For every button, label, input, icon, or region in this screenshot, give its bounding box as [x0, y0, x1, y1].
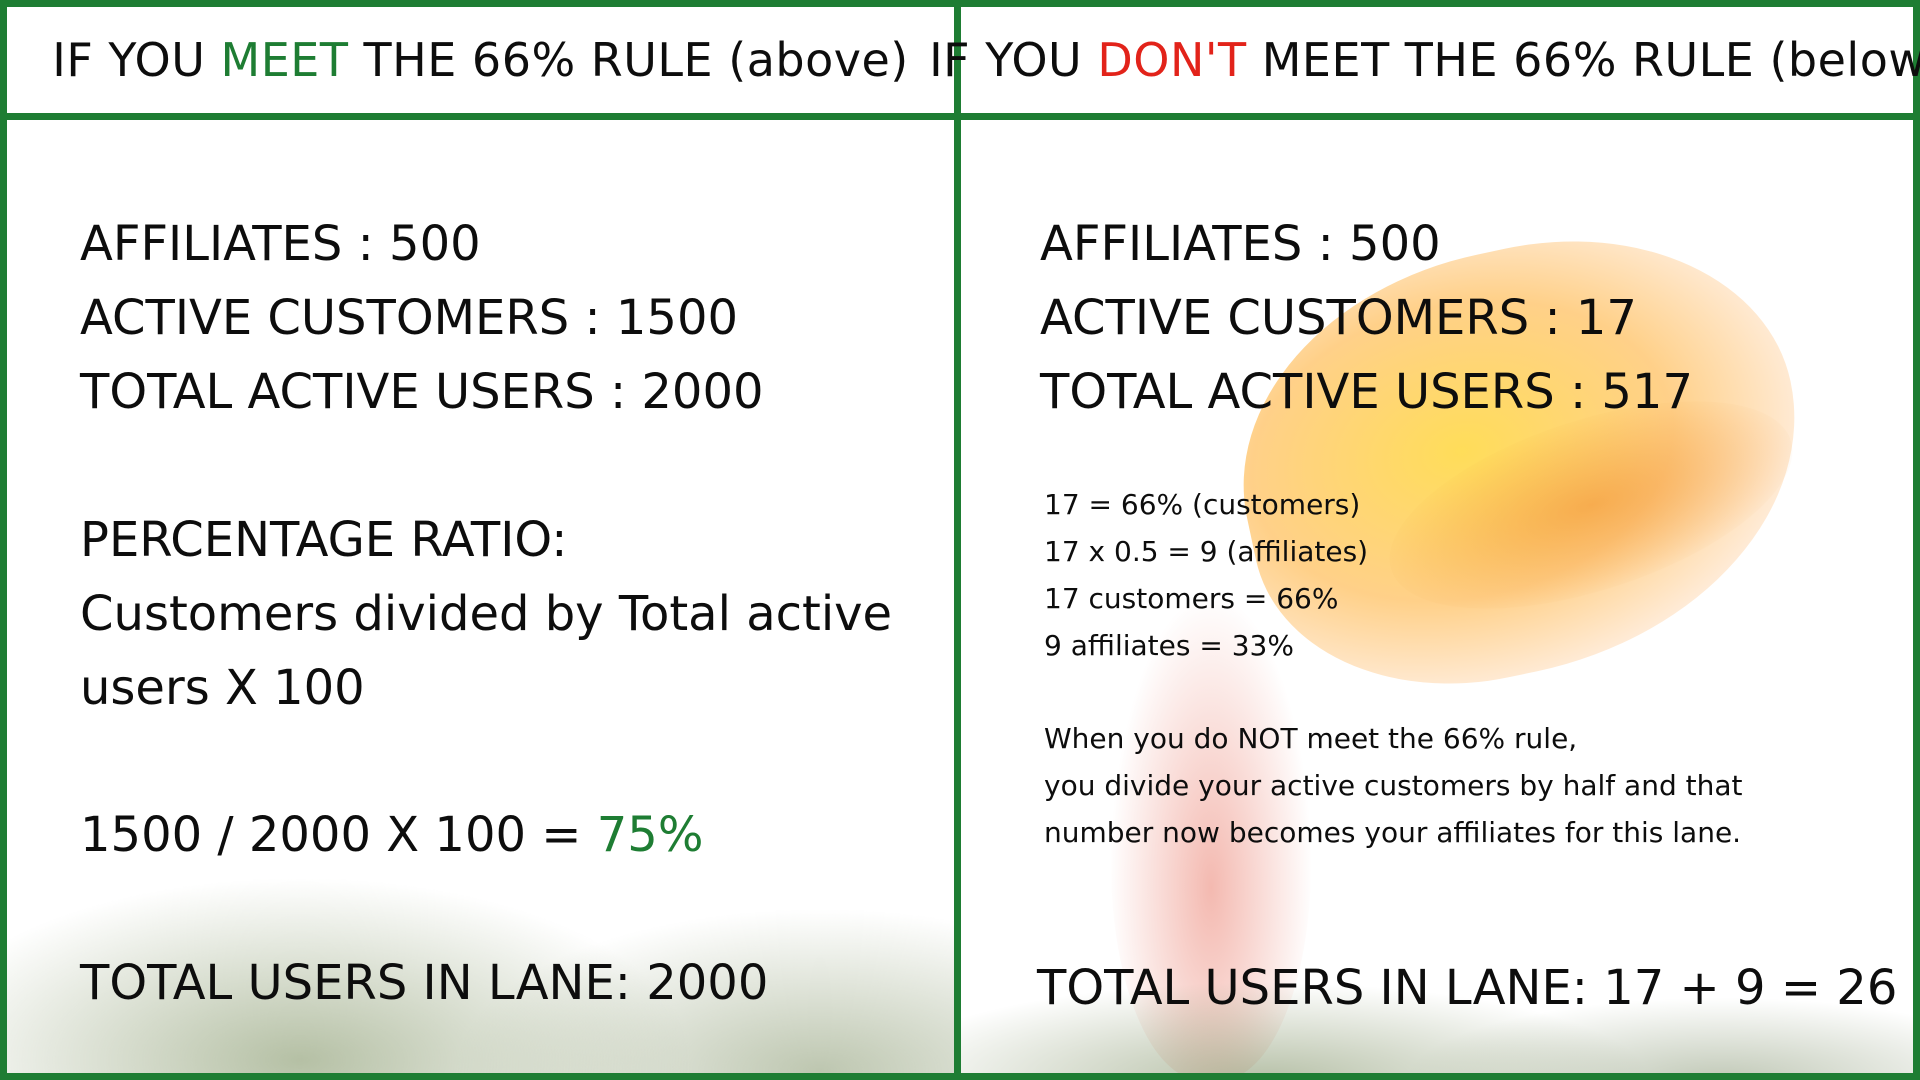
right-header-highlight: DON'T: [1097, 33, 1247, 87]
right-note-line: you divide your active customers by half…: [1044, 769, 1743, 802]
left-ratio-line: Customers divided by Total active: [80, 586, 893, 642]
vertical-divider: [954, 0, 961, 1080]
right-note-line: number now becomes your affiliates for t…: [1044, 816, 1742, 849]
left-stat-affiliates: AFFILIATES : 500: [80, 216, 481, 272]
left-header-suffix: THE 66% RULE (above): [348, 33, 909, 87]
horizontal-divider: [0, 113, 1920, 120]
left-formula-expression: 1500 / 2000 X 100 =: [80, 807, 597, 863]
right-stats: AFFILIATES : 500 ACTIVE CUSTOMERS : 17 T…: [1040, 207, 1693, 429]
left-ratio-title: PERCENTAGE RATIO:: [80, 512, 568, 568]
right-calc-line: 17 x 0.5 = 9 (affiliates): [1044, 535, 1369, 568]
left-header-prefix: IF YOU: [52, 33, 221, 87]
right-calc-line: 17 customers = 66%: [1044, 582, 1339, 615]
right-calc-line: 17 = 66% (customers): [1044, 488, 1361, 521]
left-header-highlight: MEET: [220, 33, 349, 87]
left-formula: 1500 / 2000 X 100 = 75%: [80, 798, 703, 872]
right-stat-total-active-users: TOTAL ACTIVE USERS : 517: [1040, 364, 1693, 420]
left-total-users-text: TOTAL USERS IN LANE: 2000: [80, 955, 769, 1011]
left-stat-active-customers: ACTIVE CUSTOMERS : 1500: [80, 290, 739, 346]
right-note-line: When you do NOT meet the 66% rule,: [1044, 722, 1578, 755]
left-header: IF YOU MEET THE 66% RULE (above): [7, 7, 954, 113]
left-stats: AFFILIATES : 500 ACTIVE CUSTOMERS : 1500…: [80, 207, 764, 429]
left-stat-total-active-users: TOTAL ACTIVE USERS : 2000: [80, 364, 764, 420]
left-ratio-section: PERCENTAGE RATIO: Customers divided by T…: [80, 503, 892, 725]
right-header-prefix: IF YOU: [929, 33, 1098, 87]
right-header: IF YOU DON'T MEET THE 66% RULE (below): [929, 7, 1920, 113]
left-total-users: TOTAL USERS IN LANE: 2000: [80, 946, 768, 1020]
left-ratio-line: users X 100: [80, 660, 365, 716]
right-calculation: 17 = 66% (customers) 17 x 0.5 = 9 (affil…: [1044, 481, 1368, 669]
left-formula-result: 75%: [596, 807, 704, 863]
right-total-users-text: TOTAL USERS IN LANE: 17 + 9 = 26: [1037, 960, 1898, 1016]
right-total-users: TOTAL USERS IN LANE: 17 + 9 = 26: [1037, 951, 1897, 1025]
right-note: When you do NOT meet the 66% rule, you d…: [1044, 715, 1742, 856]
right-stat-active-customers: ACTIVE CUSTOMERS : 17: [1040, 290, 1637, 346]
right-header-suffix: MEET THE 66% RULE (below): [1246, 33, 1920, 87]
right-calc-line: 9 affiliates = 33%: [1044, 629, 1294, 662]
right-stat-affiliates: AFFILIATES : 500: [1040, 216, 1441, 272]
